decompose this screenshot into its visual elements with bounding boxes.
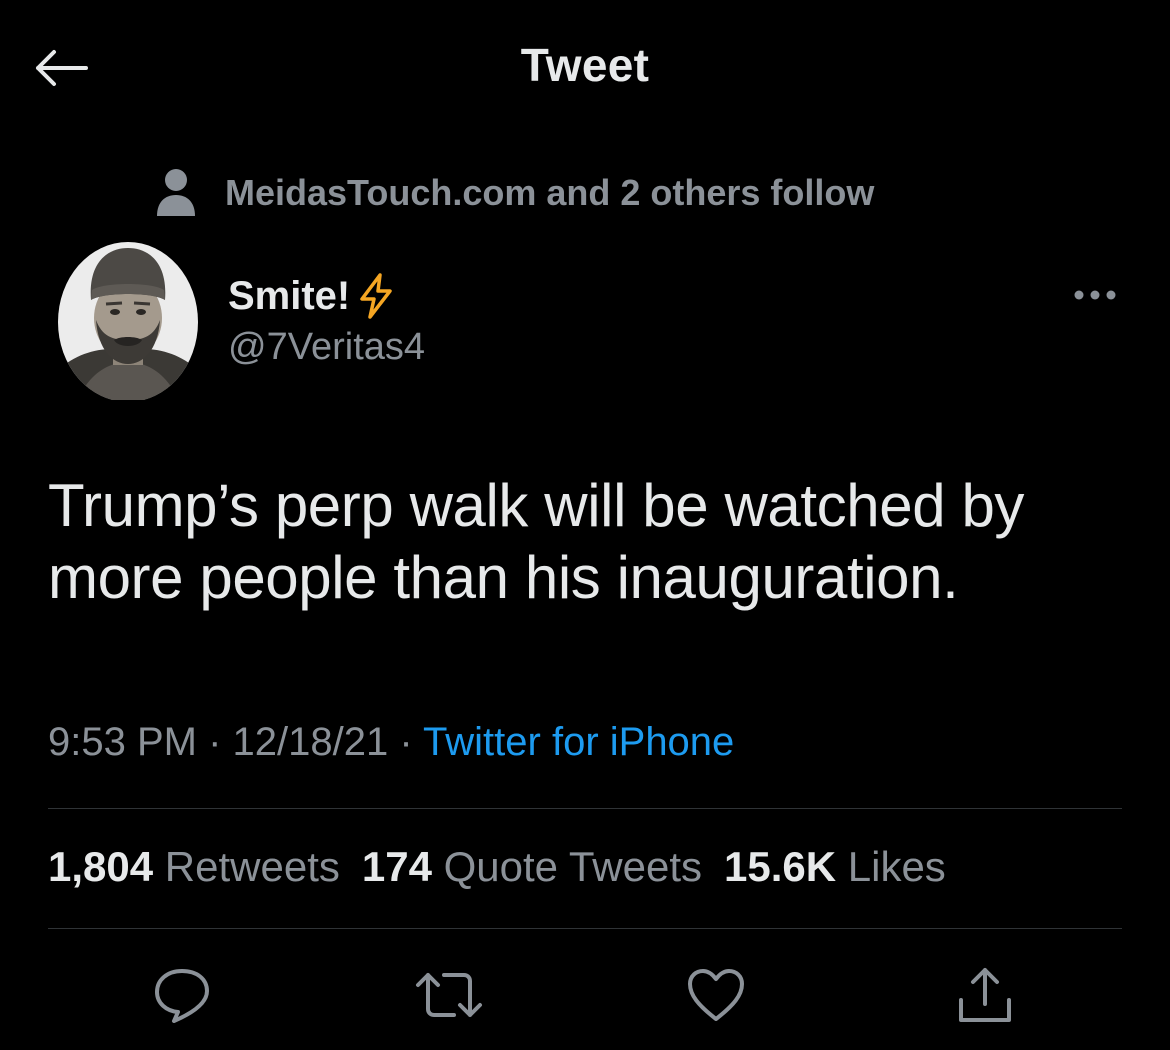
retweets-stat[interactable]: 1,804 Retweets: [48, 843, 340, 890]
quote-tweets-count: 174: [361, 843, 432, 890]
meta-separator: ·: [388, 720, 424, 764]
tweet-stats: 1,804 Retweets 174 Quote Tweets 15.6K Like…: [48, 843, 968, 891]
divider: [48, 928, 1122, 929]
person-icon: [157, 169, 195, 216]
divider: [48, 808, 1122, 809]
top-bar: Tweet: [0, 0, 1170, 135]
quote-tweets-label: Quote Tweets: [443, 843, 702, 890]
user-handle[interactable]: @7Veritas4: [228, 326, 425, 369]
more-options-button[interactable]: [1070, 278, 1120, 312]
action-bar: [0, 960, 1170, 1030]
tweet-text: Trump’s perp walk will be watched by mor…: [48, 472, 1025, 611]
tweet-meta: 9:53 PM · 12/18/21 · Twitter for iPhone: [48, 720, 734, 765]
author-info: Smite! @7Veritas4: [228, 270, 425, 369]
page-title: Tweet: [520, 39, 650, 91]
retweet-button[interactable]: [414, 960, 484, 1030]
heart-icon: [688, 969, 744, 1021]
social-context: MeidasTouch.com and 2 others follow: [155, 168, 874, 218]
avatar[interactable]: [58, 240, 198, 400]
lightning-bolt-icon: [360, 273, 392, 319]
reply-icon: [155, 969, 209, 1023]
retweets-count: 1,804: [48, 843, 154, 890]
social-context-text: MeidasTouch.com and 2 others follow: [225, 172, 875, 213]
reply-button[interactable]: [147, 960, 217, 1030]
retweets-label: Retweets: [164, 843, 340, 890]
likes-stat[interactable]: 15.6K Likes: [724, 843, 946, 890]
quote-tweets-stat[interactable]: 174 Quote Tweets: [362, 843, 702, 890]
share-button[interactable]: [950, 960, 1020, 1030]
tweet-date: 12/18/21: [232, 720, 389, 764]
tweet-time: 9:53 PM: [48, 720, 197, 764]
likes-label: Likes: [847, 843, 946, 890]
more-horizontal-icon: [1074, 290, 1116, 300]
tweet-source-link[interactable]: Twitter for iPhone: [423, 720, 734, 764]
display-name-row: Smite!: [228, 270, 425, 322]
share-icon: [959, 968, 1011, 1022]
retweet-icon: [416, 973, 482, 1017]
display-name[interactable]: Smite!: [228, 274, 350, 319]
likes-count: 15.6K: [724, 843, 837, 890]
like-button[interactable]: [681, 960, 751, 1030]
meta-separator: ·: [196, 720, 233, 764]
